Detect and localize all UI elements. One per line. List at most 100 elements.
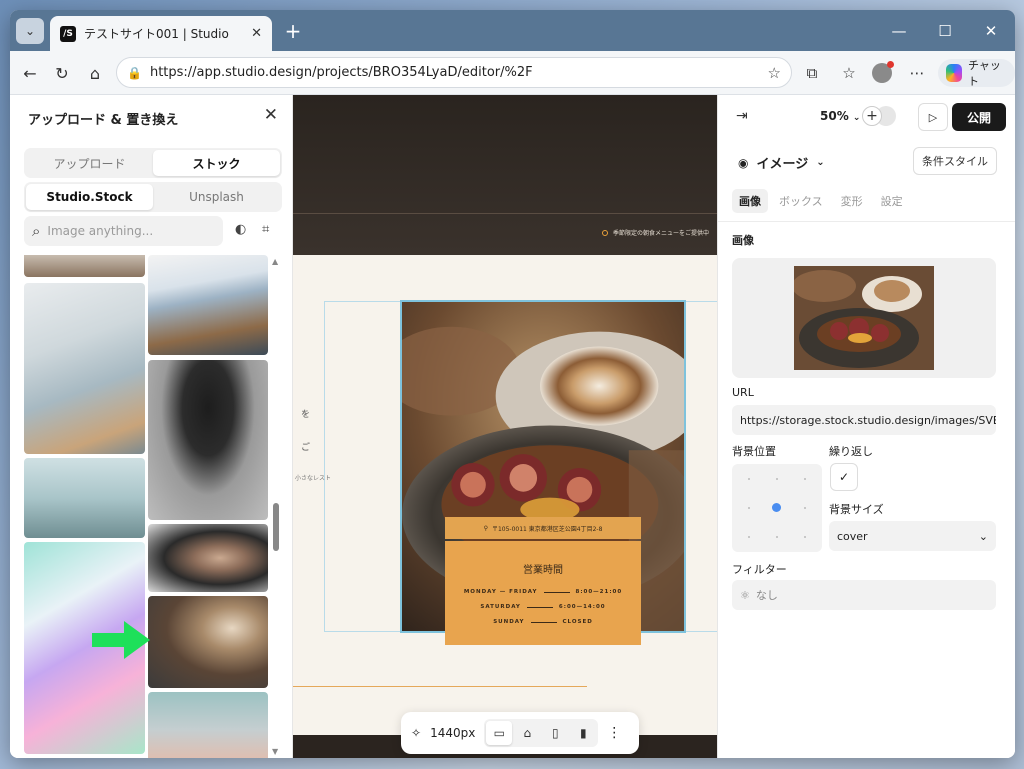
hours-row: MONDAY — FRIDAY 8:00—21:00 xyxy=(445,589,641,595)
palette-icon[interactable]: ◐ xyxy=(235,222,246,237)
profile-avatar[interactable] xyxy=(872,61,894,83)
position-dot[interactable] xyxy=(804,536,806,538)
browser-window: ⌄ /S テストサイト001 | Studio ✕ + — ☐ ✕ ← ↻ ⌂ … xyxy=(10,10,1015,758)
home-icon[interactable]: ⌂ xyxy=(83,61,107,85)
tab-settings[interactable]: 設定 xyxy=(874,189,910,213)
tab-transform[interactable]: 変形 xyxy=(834,189,870,213)
lock-icon[interactable]: 🔒 xyxy=(127,66,142,80)
position-dot[interactable] xyxy=(776,536,778,538)
editor-canvas[interactable]: 季節限定の朝食メニューをご提供中 を ご 小さなレスト ⚲ 〒105-0011 … xyxy=(293,95,717,758)
extensions-icon[interactable]: ⧉ xyxy=(800,61,824,85)
image-grid-scrollbar[interactable]: ▲ ▼ xyxy=(270,255,282,758)
new-tab-button[interactable]: + xyxy=(280,18,306,44)
active-tab[interactable]: /S テストサイト001 | Studio ✕ xyxy=(50,16,272,51)
tab-close-icon[interactable]: ✕ xyxy=(251,26,262,41)
image-preview[interactable] xyxy=(732,258,996,378)
position-dot[interactable] xyxy=(748,536,750,538)
maximize-button[interactable]: ☐ xyxy=(922,10,968,51)
desktop-icon[interactable]: ▭ xyxy=(486,721,513,745)
position-dot[interactable] xyxy=(748,478,750,480)
stock-image-gradient-teal[interactable] xyxy=(148,692,268,758)
conditional-style-button[interactable]: 条件スタイル xyxy=(913,147,997,175)
tab-stock[interactable]: ストック xyxy=(153,150,280,176)
tab-list-button[interactable]: ⌄ xyxy=(16,18,44,44)
collapse-panel-icon[interactable]: ⇥ xyxy=(736,108,748,124)
bg-size-select[interactable]: cover ⌄ xyxy=(829,521,996,551)
copilot-chat-button[interactable]: チャット xyxy=(938,59,1015,88)
chevron-down-icon: ⌄ xyxy=(24,24,36,38)
device-switcher: ▭ ⌂ ▯ ▮ xyxy=(484,719,599,747)
search-input[interactable] xyxy=(47,224,198,238)
address-bar: ← ↻ ⌂ 🔒 https://app.studio.design/projec… xyxy=(10,51,1015,95)
image-url-input[interactable]: https://storage.stock.studio.design/imag… xyxy=(732,405,996,435)
element-type-selector[interactable]: ◉ イメージ ⌄ xyxy=(738,153,825,173)
image-scan-icon[interactable]: ⌗ xyxy=(262,222,269,237)
bg-position-picker[interactable] xyxy=(732,464,822,552)
ai-sparkle-icon[interactable]: ✧ xyxy=(411,726,421,740)
stock-image-coffee-toast[interactable] xyxy=(148,596,268,688)
url-field[interactable]: 🔒 https://app.studio.design/projects/BRO… xyxy=(116,57,792,88)
back-icon[interactable]: ← xyxy=(18,61,42,85)
device-toolbar: ✧ 1440px ▭ ⌂ ▯ ▮ ⋮ xyxy=(401,712,639,754)
filter-icon: ⚛ xyxy=(740,588,750,602)
copilot-icon xyxy=(946,64,962,82)
tab-bar: ⌄ /S テストサイト001 | Studio ✕ + — ☐ ✕ xyxy=(10,10,1015,51)
divider xyxy=(718,221,1015,222)
repeat-checkbox[interactable]: ✓ xyxy=(830,463,858,491)
scrollbar-thumb[interactable] xyxy=(273,503,279,551)
position-dot[interactable] xyxy=(804,507,806,509)
business-hours-card: 営業時間 MONDAY — FRIDAY 8:00—21:00 SATURDAY 6… xyxy=(445,541,641,645)
hours-day: MONDAY — FRIDAY xyxy=(463,589,538,595)
upload-stock-tabs: アップロード ストック xyxy=(24,148,282,178)
tab-unsplash[interactable]: Unsplash xyxy=(153,184,280,210)
tab-upload[interactable]: アップロード xyxy=(26,150,153,176)
canvas-width[interactable]: 1440px xyxy=(430,726,475,740)
position-dot-selected[interactable] xyxy=(772,503,781,512)
more-vertical-icon[interactable]: ⋮ xyxy=(607,725,621,741)
stock-image-desk-monitor[interactable] xyxy=(148,255,268,355)
element-type-label: イメージ xyxy=(756,157,809,172)
tab-studio-stock[interactable]: Studio.Stock xyxy=(26,184,153,210)
url-label: URL xyxy=(732,386,754,399)
reload-icon[interactable]: ↻ xyxy=(50,61,74,85)
hours-row: SATURDAY 6:00—14:00 xyxy=(445,604,641,610)
publish-button[interactable]: 公開 xyxy=(952,103,1006,131)
tab-image[interactable]: 画像 xyxy=(732,189,768,213)
favorites-icon[interactable]: ☆ xyxy=(837,61,861,85)
stock-image-flowers-portrait[interactable] xyxy=(148,360,268,520)
image-search[interactable]: ⌕ xyxy=(24,216,223,246)
mobile-icon[interactable]: ▮ xyxy=(570,721,596,745)
zoom-control[interactable]: 50% ⌄ xyxy=(820,109,860,123)
address-band: ⚲ 〒105-0011 東京都港区芝公園4丁目2-8 xyxy=(445,517,641,539)
add-collaborator-button[interactable]: + xyxy=(862,106,882,126)
minimize-button[interactable]: — xyxy=(876,10,922,51)
filter-field[interactable]: ⚛ なし xyxy=(732,580,996,610)
hours-leader xyxy=(526,606,553,608)
laptop-icon[interactable]: ⌂ xyxy=(514,721,540,745)
stock-image-foggy-city[interactable] xyxy=(24,458,145,538)
tab-box[interactable]: ボックス xyxy=(772,189,830,213)
stock-image-woman-hair[interactable] xyxy=(148,524,268,592)
hero-section: 季節限定の朝食メニューをご提供中 xyxy=(293,95,717,255)
repeat-label: 繰り返し xyxy=(829,445,873,458)
scroll-down-icon[interactable]: ▼ xyxy=(272,747,278,756)
more-menu-icon[interactable]: ⋯ xyxy=(905,61,929,85)
scroll-up-icon[interactable]: ▲ xyxy=(272,257,278,266)
properties-toolbar: ⇥ 50% ⌄ + ▷ 公開 xyxy=(718,95,1015,139)
stock-image-table[interactable] xyxy=(24,255,145,277)
preview-play-button[interactable]: ▷ xyxy=(918,103,948,131)
position-dot[interactable] xyxy=(776,478,778,480)
panel-close-icon[interactable]: ✕ xyxy=(264,105,278,125)
close-window-button[interactable]: ✕ xyxy=(968,10,1014,51)
panel-title: アップロード & 置き換え xyxy=(28,113,179,128)
url-text[interactable]: https://app.studio.design/projects/BRO35… xyxy=(150,65,760,80)
hours-leader xyxy=(530,621,557,623)
position-dot[interactable] xyxy=(804,478,806,480)
divider xyxy=(293,213,717,214)
green-arrow-icon xyxy=(92,621,150,659)
stock-image-woman-dog[interactable] xyxy=(24,283,145,454)
favorite-star-icon[interactable]: ☆ xyxy=(768,64,781,82)
tablet-icon[interactable]: ▯ xyxy=(542,721,568,745)
position-dot[interactable] xyxy=(748,507,750,509)
upload-replace-panel: アップロード & 置き換え ✕ アップロード ストック Studio.Stock… xyxy=(10,95,293,758)
